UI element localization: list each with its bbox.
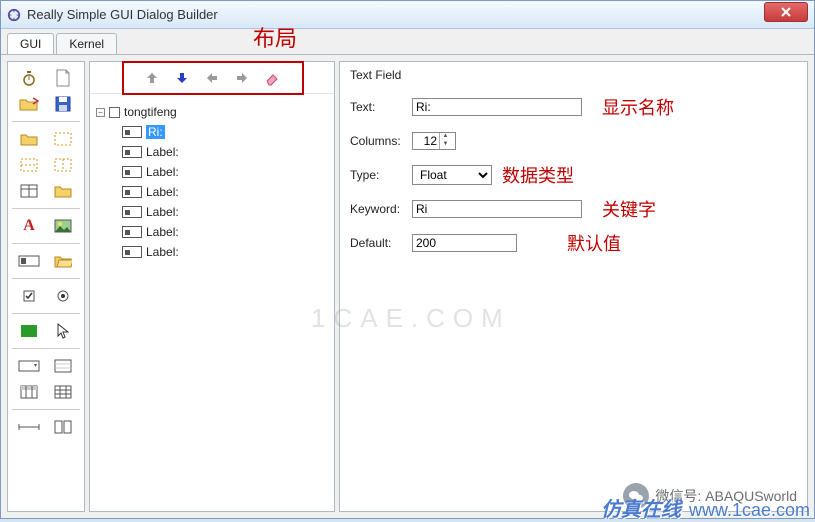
stopwatch-icon[interactable]	[18, 69, 40, 87]
checkbox-icon[interactable]	[109, 107, 120, 118]
tree-item[interactable]: Label:	[94, 222, 330, 242]
tab-bar: GUI Kernel	[1, 29, 814, 55]
folder-alt-icon[interactable]	[52, 182, 74, 200]
combobox-icon[interactable]	[18, 357, 40, 375]
type-select[interactable]: Float	[412, 165, 492, 185]
grid-head-icon[interactable]	[18, 383, 40, 401]
grid-icon[interactable]	[52, 383, 74, 401]
default-label: Default:	[350, 236, 412, 250]
tab-kernel[interactable]: Kernel	[56, 33, 117, 54]
checkbox-icon[interactable]	[18, 287, 40, 305]
page-icon[interactable]	[52, 69, 74, 87]
text-input[interactable]	[412, 98, 582, 116]
textfield-node-icon	[122, 166, 142, 178]
tree-item-label: Label:	[146, 205, 179, 219]
text-a-icon[interactable]: A	[18, 217, 40, 235]
tree-item[interactable]: Label:	[94, 142, 330, 162]
watermark: 1CAE.COM	[311, 303, 511, 334]
dashed-select-icon[interactable]	[52, 130, 74, 148]
keyword-input[interactable]	[412, 200, 582, 218]
columns-label: Columns:	[350, 134, 412, 148]
columns-input[interactable]	[413, 134, 439, 148]
tree-item-label: Label:	[146, 165, 179, 179]
section-title: Text Field	[350, 68, 797, 82]
tree-panel: − tongtifeng Ri: Label: Label:	[89, 61, 335, 512]
bottom-banner: 仿真在线 www.1cae.com	[601, 493, 810, 522]
tree-item[interactable]: Label:	[94, 182, 330, 202]
tree-item-label: Label:	[146, 145, 179, 159]
keyword-label: Keyword:	[350, 202, 412, 216]
textfield-node-icon	[122, 146, 142, 158]
window-title: Really Simple GUI Dialog Builder	[27, 7, 764, 22]
folder-icon[interactable]	[18, 130, 40, 148]
move-right-button[interactable]	[232, 68, 252, 88]
tree-item-label: Label:	[146, 185, 179, 199]
radio-icon[interactable]	[52, 287, 74, 305]
tree-item-label: Label:	[146, 245, 179, 259]
dashed-cell-icon[interactable]	[18, 156, 40, 174]
spin-down-icon[interactable]: ▼	[439, 141, 451, 149]
tree-item[interactable]: Label:	[94, 202, 330, 222]
text-label: Text:	[350, 100, 412, 114]
table-icon[interactable]	[18, 182, 40, 200]
close-button[interactable]	[764, 2, 808, 22]
textfield-node-icon	[122, 206, 142, 218]
annotation-data-type: 数据类型	[502, 162, 574, 188]
folder-open-icon[interactable]	[52, 252, 74, 270]
default-input[interactable]	[412, 234, 517, 252]
textfield-icon[interactable]	[18, 252, 40, 270]
titlebar: Really Simple GUI Dialog Builder	[1, 1, 814, 29]
cursor-icon[interactable]	[52, 322, 74, 340]
move-down-button[interactable]	[172, 68, 192, 88]
tree-item[interactable]: Label:	[94, 242, 330, 262]
separator-icon[interactable]	[18, 418, 40, 436]
textfield-node-icon	[122, 246, 142, 258]
color-swatch-icon[interactable]	[18, 322, 40, 340]
eraser-button[interactable]	[262, 68, 282, 88]
layout-toolbar	[90, 62, 334, 94]
type-label: Type:	[350, 168, 412, 182]
annotation-display-name: 显示名称	[602, 94, 674, 120]
save-icon[interactable]	[52, 95, 74, 113]
tree-root[interactable]: − tongtifeng	[94, 102, 330, 122]
tree-root-label: tongtifeng	[124, 105, 177, 119]
app-icon	[7, 8, 21, 22]
banner-cn: 仿真在线	[601, 493, 681, 522]
textfield-node-icon	[122, 186, 142, 198]
spin-up-icon[interactable]: ▲	[439, 133, 451, 141]
textfield-node-icon	[122, 126, 142, 138]
tree-item[interactable]: Label:	[94, 162, 330, 182]
dashed-cols-icon[interactable]	[52, 156, 74, 174]
widget-tree[interactable]: − tongtifeng Ri: Label: Label:	[90, 94, 334, 511]
image-icon[interactable]	[52, 217, 74, 235]
banner-url: www.1cae.com	[689, 500, 810, 521]
tree-item[interactable]: Ri:	[94, 122, 330, 142]
tree-item-label: Label:	[146, 225, 179, 239]
widget-palette: A	[7, 61, 85, 512]
annotation-default: 默认值	[567, 230, 621, 256]
columns-spinner[interactable]: ▲▼	[412, 132, 456, 150]
move-up-button[interactable]	[142, 68, 162, 88]
annotation-keyword: 关键字	[602, 196, 656, 222]
tab-gui[interactable]: GUI	[7, 33, 54, 54]
split-icon[interactable]	[52, 418, 74, 436]
open-folder-icon[interactable]	[18, 95, 40, 113]
textfield-node-icon	[122, 226, 142, 238]
listbox-icon[interactable]	[52, 357, 74, 375]
collapse-icon[interactable]: −	[96, 108, 105, 117]
move-left-button[interactable]	[202, 68, 222, 88]
properties-panel: Text Field Text: 显示名称 Columns: ▲▼ Type: …	[339, 61, 808, 512]
tree-item-label: Ri:	[146, 125, 165, 139]
